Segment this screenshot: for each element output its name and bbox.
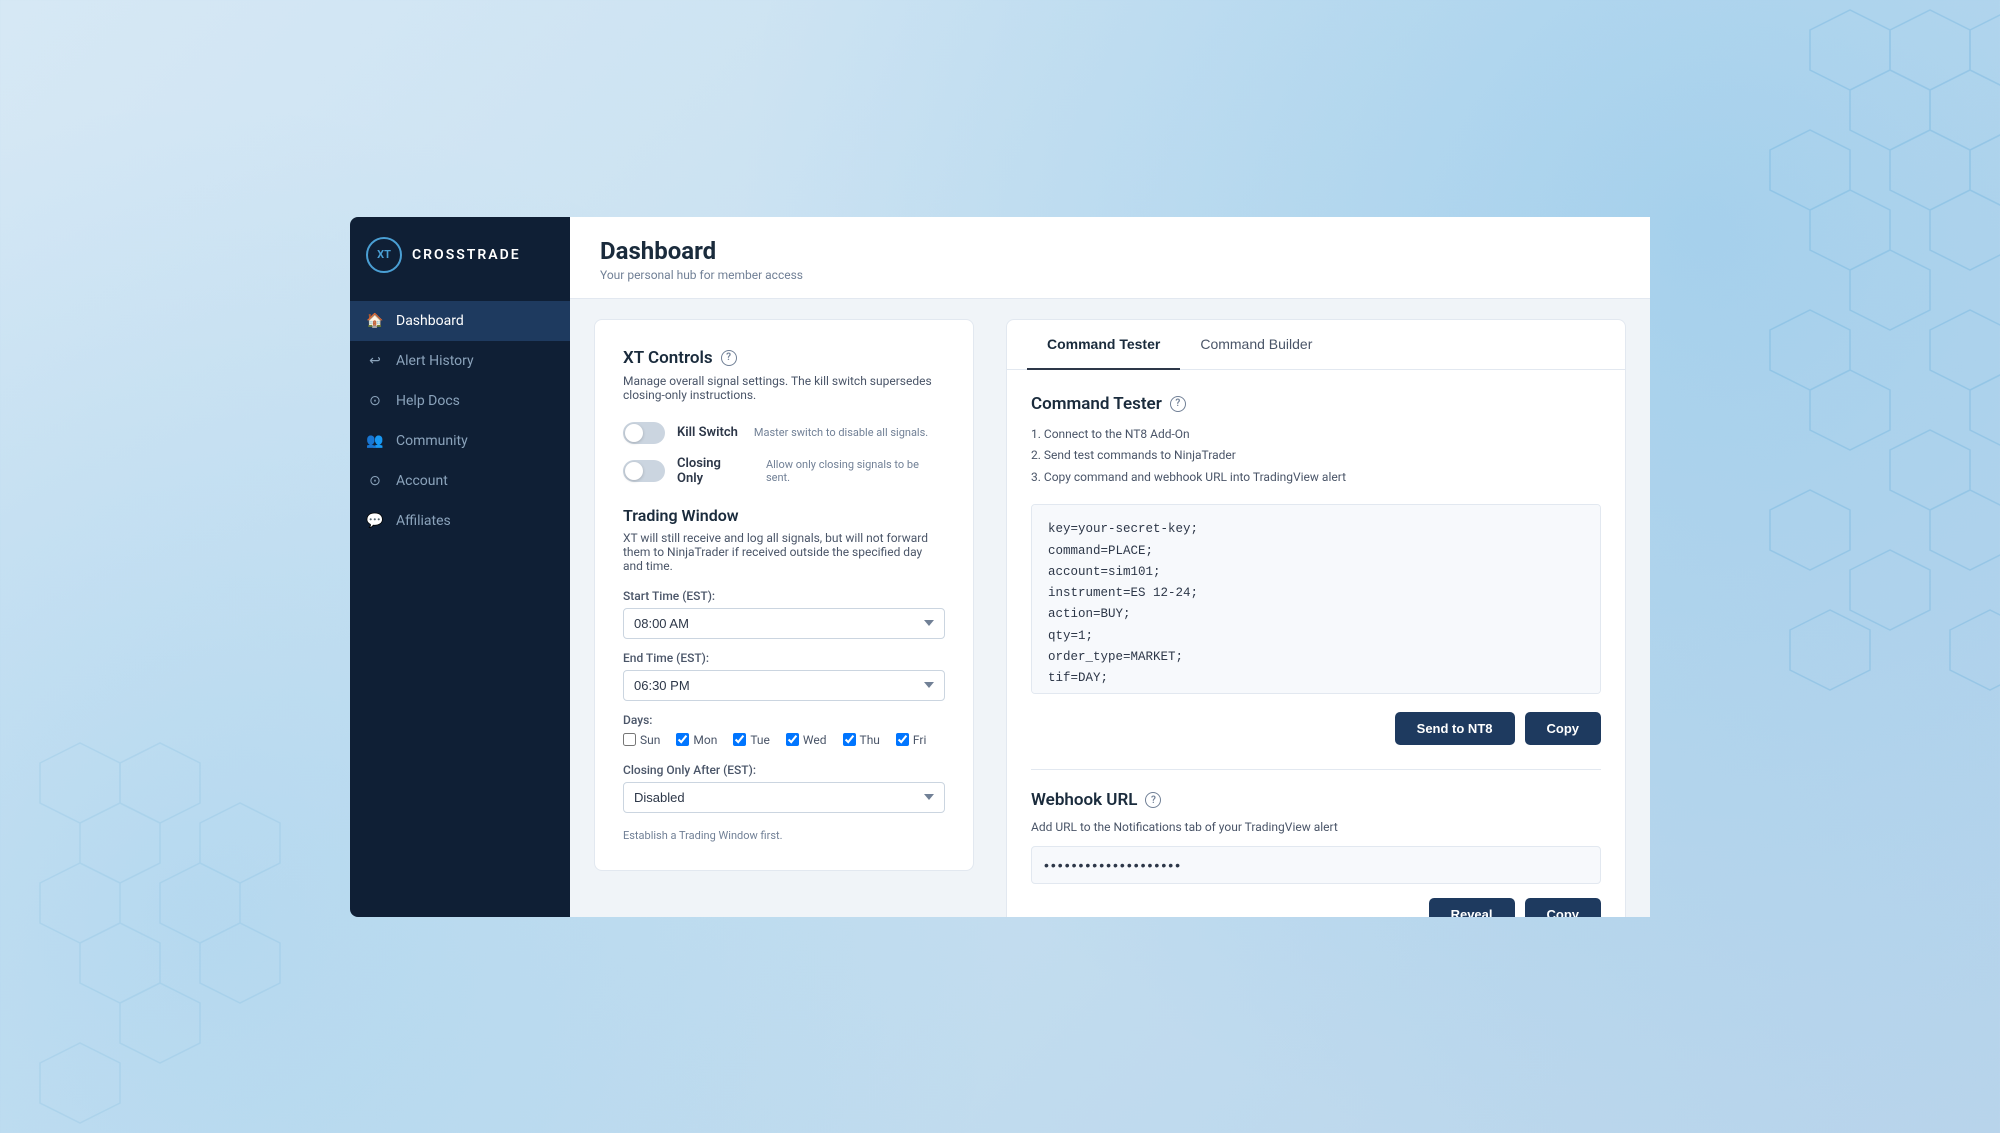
tab-content-command-tester: Command Tester ? 1. Connect to the NT8 A… xyxy=(1007,370,1625,917)
main-content: Dashboard Your personal hub for member a… xyxy=(570,217,1650,917)
kill-switch-toggle[interactable] xyxy=(623,422,665,444)
day-mon[interactable]: Mon xyxy=(676,733,717,747)
sidebar-item-label: Community xyxy=(396,433,468,449)
sidebar-logo: XT CROSSTRADE xyxy=(350,217,570,293)
send-to-nt8-button[interactable]: Send to NT8 xyxy=(1395,712,1515,745)
days-label: Days: xyxy=(623,713,945,727)
home-icon: 🏠 xyxy=(366,312,384,330)
day-wed[interactable]: Wed xyxy=(786,733,827,747)
xt-controls-help-icon[interactable]: ? xyxy=(721,350,737,366)
main-header: Dashboard Your personal hub for member a… xyxy=(570,217,1650,299)
community-icon: 👥 xyxy=(366,432,384,450)
command-tester-heading: Command Tester ? xyxy=(1031,394,1601,414)
closing-after-label: Closing Only After (EST): xyxy=(623,763,945,777)
page-title: Dashboard xyxy=(600,237,1620,265)
trading-window-title: Trading Window xyxy=(623,506,945,525)
sidebar-item-label: Alert History xyxy=(396,353,474,369)
kill-switch-sublabel: Master switch to disable all signals. xyxy=(754,426,928,439)
xt-controls-card: XT Controls ? Manage overall signal sett… xyxy=(594,319,974,871)
day-thu[interactable]: Thu xyxy=(843,733,880,747)
start-time-label: Start Time (EST): xyxy=(623,589,945,603)
webhook-heading: Webhook URL ? xyxy=(1031,790,1601,810)
xt-controls-title: XT Controls ? xyxy=(623,348,945,368)
closing-only-row: Closing Only Allow only closing signals … xyxy=(623,456,945,486)
alert-history-icon: ↩ xyxy=(366,352,384,370)
divider xyxy=(1031,769,1601,770)
kill-switch-label: Kill Switch xyxy=(677,425,738,440)
copy-webhook-button[interactable]: Copy xyxy=(1525,898,1602,916)
kill-switch-row: Kill Switch Master switch to disable all… xyxy=(623,422,945,444)
tab-command-builder[interactable]: Command Builder xyxy=(1180,320,1332,370)
logo-icon: XT xyxy=(366,237,402,273)
sidebar-item-dashboard[interactable]: 🏠 Dashboard xyxy=(350,301,570,341)
command-tester-help-icon[interactable]: ? xyxy=(1170,396,1186,412)
end-time-select[interactable]: 06:00 PM06:30 PM07:00 PM07:30 PM xyxy=(623,670,945,701)
main-body: XT Controls ? Manage overall signal sett… xyxy=(570,299,1650,917)
account-icon: ⊙ xyxy=(366,472,384,490)
step-3: 3. Copy command and webhook URL into Tra… xyxy=(1031,467,1601,489)
sidebar: XT CROSSTRADE 🏠 Dashboard ↩ Alert Histor… xyxy=(350,217,570,917)
closing-only-label: Closing Only xyxy=(677,456,750,486)
webhook-url-input[interactable] xyxy=(1031,846,1601,884)
day-tue[interactable]: Tue xyxy=(733,733,770,747)
command-tester-btn-row: Send to NT8 Copy xyxy=(1031,712,1601,745)
copy-command-button[interactable]: Copy xyxy=(1525,712,1602,745)
start-time-select[interactable]: 08:00 AM08:30 AM09:00 AM09:30 AM xyxy=(623,608,945,639)
page-subtitle: Your personal hub for member access xyxy=(600,268,1620,282)
reveal-button[interactable]: Reveal xyxy=(1429,898,1515,916)
webhook-desc: Add URL to the Notifications tab of your… xyxy=(1031,820,1601,834)
tabs-header: Command Tester Command Builder xyxy=(1007,320,1625,370)
sidebar-item-alert-history[interactable]: ↩ Alert History xyxy=(350,341,570,381)
sidebar-item-label: Help Docs xyxy=(396,393,460,409)
sidebar-item-community[interactable]: 👥 Community xyxy=(350,421,570,461)
steps-list: 1. Connect to the NT8 Add-On 2. Send tes… xyxy=(1031,424,1601,489)
right-panel: Command Tester Command Builder Command T… xyxy=(1006,319,1626,917)
sidebar-nav: 🏠 Dashboard ↩ Alert History ⊙ Help Docs … xyxy=(350,293,570,917)
day-fri[interactable]: Fri xyxy=(896,733,926,747)
day-sun[interactable]: Sun xyxy=(623,733,660,747)
sidebar-item-account[interactable]: ⊙ Account xyxy=(350,461,570,501)
webhook-btn-row: Reveal Copy xyxy=(1031,898,1601,916)
closing-after-select[interactable]: Disabled04:00 PM05:00 PM06:00 PM xyxy=(623,782,945,813)
end-time-label: End Time (EST): xyxy=(623,651,945,665)
days-row: Sun Mon Tue Wed xyxy=(623,733,945,747)
sidebar-item-label: Dashboard xyxy=(396,313,464,329)
sidebar-item-help-docs[interactable]: ⊙ Help Docs xyxy=(350,381,570,421)
sidebar-item-label: Account xyxy=(396,473,448,489)
tab-command-tester[interactable]: Command Tester xyxy=(1027,320,1180,370)
command-editor[interactable]: key=your-secret-key; command=PLACE; acco… xyxy=(1031,504,1601,694)
step-1: 1. Connect to the NT8 Add-On xyxy=(1031,424,1601,446)
logo-text: CROSSTRADE xyxy=(412,247,521,263)
closing-only-sublabel: Allow only closing signals to be sent. xyxy=(766,458,945,484)
xt-controls-desc: Manage overall signal settings. The kill… xyxy=(623,374,945,402)
webhook-help-icon[interactable]: ? xyxy=(1145,792,1161,808)
affiliates-icon: 💬 xyxy=(366,512,384,530)
closing-after-info: Establish a Trading Window first. xyxy=(623,829,945,842)
step-2: 2. Send test commands to NinjaTrader xyxy=(1031,445,1601,467)
trading-window-desc: XT will still receive and log all signal… xyxy=(623,531,945,573)
sidebar-item-label: Affiliates xyxy=(396,513,451,529)
sidebar-item-affiliates[interactable]: 💬 Affiliates xyxy=(350,501,570,541)
closing-only-toggle[interactable] xyxy=(623,460,665,482)
help-icon: ⊙ xyxy=(366,392,384,410)
